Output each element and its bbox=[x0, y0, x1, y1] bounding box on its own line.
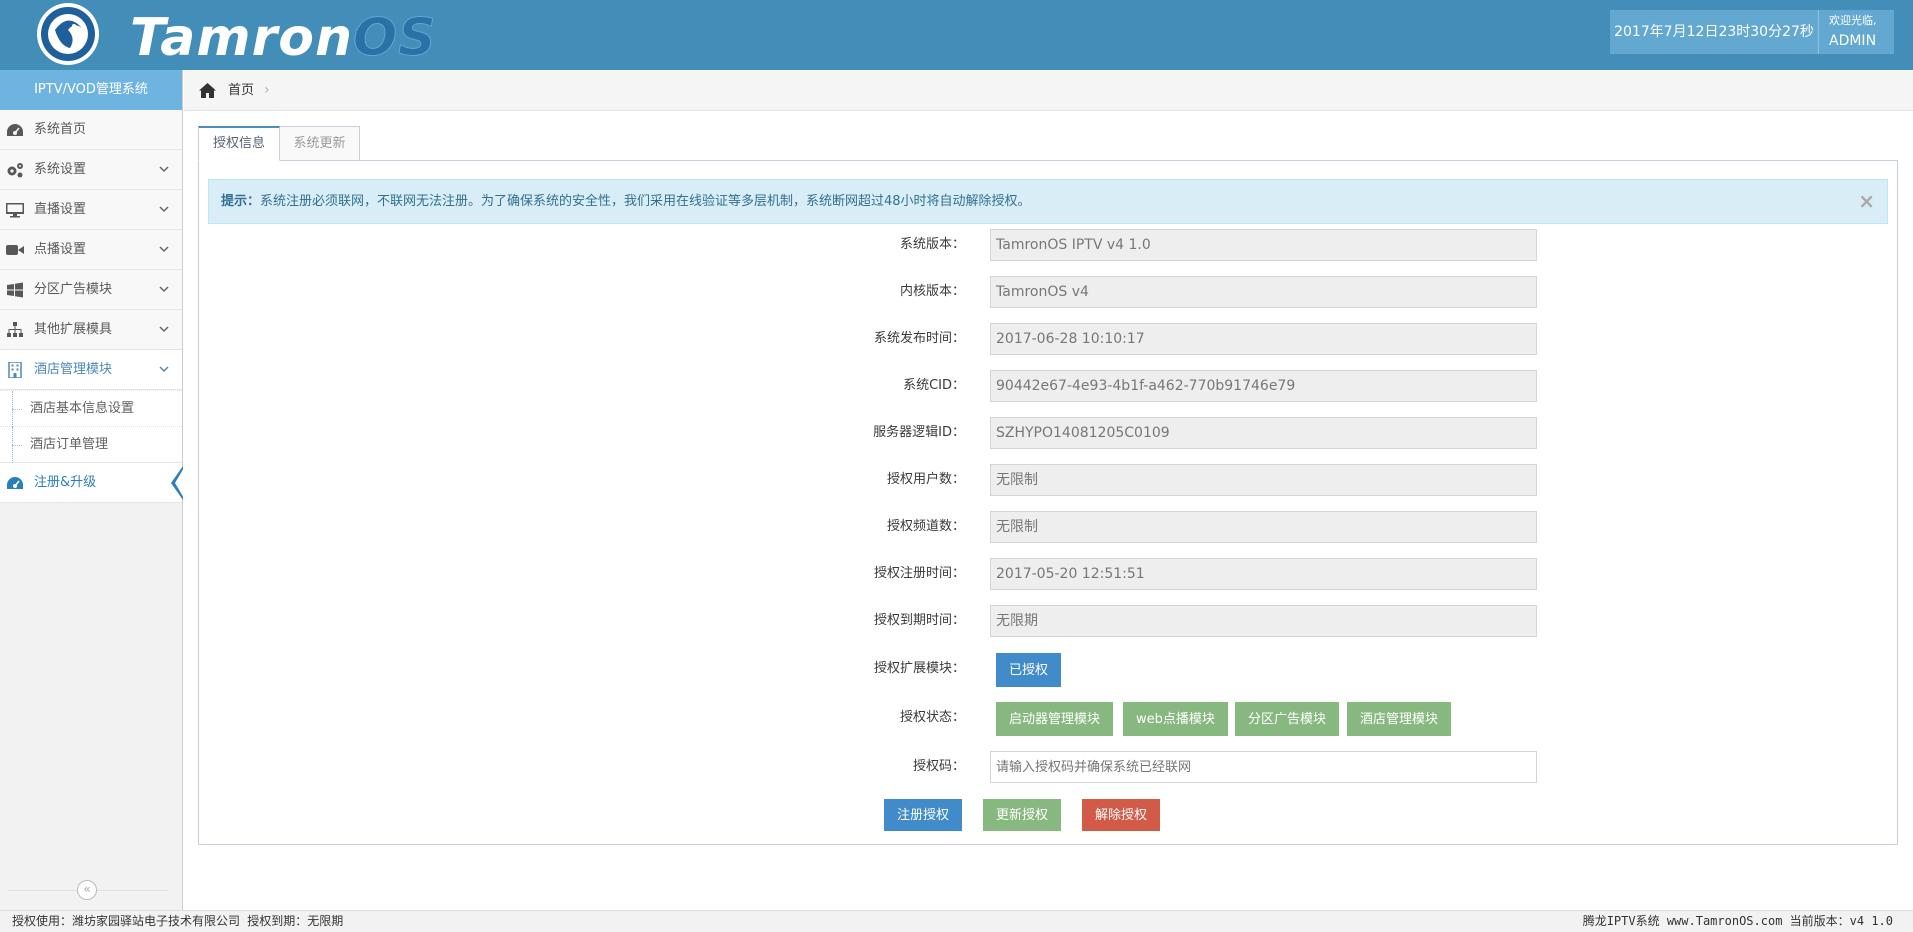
update-license-button[interactable]: 更新授权 bbox=[983, 799, 1062, 831]
chevron-down-icon bbox=[159, 326, 169, 333]
sidebar-item-label: 其他扩展模具 bbox=[34, 322, 113, 337]
sidebar-item-extensions[interactable]: 其他扩展模具 bbox=[0, 310, 182, 350]
form-row-license-code: 授权码： bbox=[199, 751, 1899, 783]
field-label: 内核版本： bbox=[899, 284, 965, 299]
field-label: 授权用户数： bbox=[886, 472, 965, 487]
licensed-users-field: 无限制 bbox=[990, 464, 1537, 496]
sidebar-item-home[interactable]: 系统首页 bbox=[0, 110, 182, 150]
sitemap-icon bbox=[7, 322, 23, 337]
kernel-version-field: TamronOS v4 bbox=[990, 276, 1537, 308]
form-row-expiry-time: 授权到期时间： 无限期 bbox=[199, 605, 1899, 637]
alert-prefix: 提示： bbox=[221, 194, 261, 209]
sidebar-title: IPTV/VOD管理系统 bbox=[0, 70, 182, 110]
footer-license-info: 授权使用：潍坊家园驿站电子技术有限公司 授权到期：无限期 bbox=[12, 914, 344, 928]
sidebar-item-zone-ads[interactable]: 分区广告模块 bbox=[0, 270, 182, 310]
sidebar-item-label: 系统设置 bbox=[34, 162, 87, 177]
form-row-ext-modules: 授权扩展模块： 已授权 bbox=[199, 653, 1899, 687]
sidebar-item-label: 注册&升级 bbox=[34, 475, 97, 490]
form-row-license-status: 授权状态： 启动器管理模块 web点播模块 分区广告模块 酒店管理模块 bbox=[199, 702, 1899, 736]
hotel-submenu: 酒店基本信息设置 酒店订单管理 bbox=[0, 390, 182, 463]
server-logic-id-field: SZHYPO14081205C0109 bbox=[990, 417, 1537, 449]
field-label: 系统发布时间： bbox=[873, 331, 965, 346]
form-row-system-cid: 系统CID： 90442e67-4e93-4b1f-a462-770b91746… bbox=[199, 370, 1899, 402]
license-code-input[interactable] bbox=[990, 751, 1537, 783]
system-version-field: TamronOS IPTV v4 1.0 bbox=[990, 229, 1537, 261]
brand-logo-text: TamronOS bbox=[130, 8, 437, 69]
windows-icon bbox=[7, 282, 23, 298]
chevron-down-icon bbox=[159, 366, 169, 373]
sidebar: IPTV/VOD管理系统 系统首页 系统设置 直播设置 点播设置 分区广告模块 … bbox=[0, 70, 185, 910]
system-cid-field: 90442e67-4e93-4b1f-a462-770b91746e79 bbox=[990, 370, 1537, 402]
info-alert: 提示：系统注册必须联网，不联网无法注册。为了确保系统的安全性，我们采用在线验证等… bbox=[208, 179, 1888, 224]
logo-emblem-icon bbox=[37, 3, 99, 65]
sidebar-item-system-settings[interactable]: 系统设置 bbox=[0, 150, 182, 190]
welcome-text: 欢迎光临, bbox=[1829, 14, 1877, 27]
form-row-server-id: 服务器逻辑ID： SZHYPO14081205C0109 bbox=[199, 417, 1899, 449]
field-label: 授权码： bbox=[912, 759, 965, 774]
sidebar-item-register-upgrade[interactable]: 注册&升级 bbox=[0, 463, 185, 503]
breadcrumb: 首页 › bbox=[184, 70, 1913, 111]
licensed-channels-field: 无限制 bbox=[990, 511, 1537, 543]
sidebar-item-label: 酒店管理模块 bbox=[34, 362, 113, 377]
form-row-release-time: 系统发布时间： 2017-06-28 10:10:17 bbox=[199, 323, 1899, 355]
field-label: 授权注册时间： bbox=[873, 566, 965, 581]
field-label: 授权到期时间： bbox=[873, 613, 965, 628]
chevron-down-icon bbox=[159, 166, 169, 173]
field-label: 系统版本： bbox=[899, 237, 965, 252]
desktop-icon bbox=[6, 203, 24, 218]
chevron-down-icon bbox=[159, 286, 169, 293]
release-time-field: 2017-06-28 10:10:17 bbox=[990, 323, 1537, 355]
tab-content-license: 提示：系统注册必须联网，不联网无法注册。为了确保系统的安全性，我们采用在线验证等… bbox=[198, 160, 1898, 845]
dashboard-icon bbox=[7, 124, 23, 136]
sidebar-item-label: 系统首页 bbox=[34, 122, 87, 137]
alert-text: 系统注册必须联网，不联网无法注册。为了确保系统的安全性，我们采用在线验证等多层机… bbox=[260, 194, 1031, 209]
form-row-channel-count: 授权频道数： 无限制 bbox=[199, 511, 1899, 543]
user-menu[interactable]: 欢迎光临, ADMIN bbox=[1818, 10, 1894, 54]
form-row-user-count: 授权用户数： 无限制 bbox=[199, 464, 1899, 496]
register-time-field: 2017-05-20 12:51:51 bbox=[990, 558, 1537, 590]
building-icon bbox=[8, 362, 22, 378]
footer: 授权使用：潍坊家园驿站电子技术有限公司 授权到期：无限期 腾龙IPTV系统 ww… bbox=[0, 910, 1913, 932]
sidebar-item-label: 点播设置 bbox=[34, 242, 87, 257]
revoke-license-button[interactable]: 解除授权 bbox=[1082, 799, 1161, 831]
sidebar-item-label: 直播设置 bbox=[34, 202, 87, 217]
module-badge-hotel[interactable]: 酒店管理模块 bbox=[1347, 702, 1452, 736]
field-label: 服务器逻辑ID： bbox=[873, 425, 965, 440]
sidebar-item-vod[interactable]: 点播设置 bbox=[0, 230, 182, 270]
sidebar-item-hotel[interactable]: 酒店管理模块 bbox=[0, 350, 182, 390]
video-camera-icon bbox=[6, 245, 24, 255]
expiry-time-field: 无限期 bbox=[990, 605, 1537, 637]
field-label: 系统CID： bbox=[903, 378, 965, 393]
gears-icon bbox=[7, 163, 23, 178]
sidebar-collapse-button[interactable]: « bbox=[77, 880, 97, 900]
sidebar-item-live[interactable]: 直播设置 bbox=[0, 190, 182, 230]
chevron-down-icon bbox=[159, 206, 169, 213]
module-badge-web-vod[interactable]: web点播模块 bbox=[1123, 702, 1228, 736]
tab-license-info[interactable]: 授权信息 bbox=[198, 126, 280, 161]
form-row-system-version: 系统版本： TamronOS IPTV v4 1.0 bbox=[199, 229, 1899, 261]
module-badge-launcher[interactable]: 启动器管理模块 bbox=[996, 702, 1114, 736]
module-badge-zone-ads[interactable]: 分区广告模块 bbox=[1235, 702, 1340, 736]
authorized-button[interactable]: 已授权 bbox=[996, 653, 1062, 687]
top-navbar: TamronOS 2017年7月12日23时30分27秒 欢迎光临, ADMIN bbox=[0, 0, 1913, 70]
home-icon[interactable] bbox=[199, 83, 216, 98]
sidebar-item-label: 分区广告模块 bbox=[34, 282, 113, 297]
submenu-item-hotel-info[interactable]: 酒店基本信息设置 bbox=[0, 390, 182, 427]
datetime-display: 2017年7月12日23时30分27秒 bbox=[1610, 10, 1818, 54]
dashboard-icon bbox=[7, 477, 23, 489]
breadcrumb-separator: › bbox=[264, 82, 270, 98]
field-label: 授权扩展模块： bbox=[873, 661, 965, 676]
register-license-button[interactable]: 注册授权 bbox=[884, 799, 963, 831]
form-row-register-time: 授权注册时间： 2017-05-20 12:51:51 bbox=[199, 558, 1899, 590]
breadcrumb-home-link[interactable]: 首页 bbox=[228, 70, 254, 111]
chevron-down-icon bbox=[159, 246, 169, 253]
field-label: 授权状态： bbox=[899, 710, 965, 725]
username: ADMIN bbox=[1829, 33, 1877, 49]
tab-system-update[interactable]: 系统更新 bbox=[279, 126, 360, 161]
footer-version-info: 腾龙IPTV系统 www.TamronOS.com 当前版本：v4 1.0 bbox=[1582, 914, 1893, 928]
submenu-item-hotel-orders[interactable]: 酒店订单管理 bbox=[0, 426, 182, 463]
close-icon[interactable]: × bbox=[1858, 180, 1875, 223]
form-row-kernel-version: 内核版本： TamronOS v4 bbox=[199, 276, 1899, 308]
field-label: 授权频道数： bbox=[886, 519, 965, 534]
